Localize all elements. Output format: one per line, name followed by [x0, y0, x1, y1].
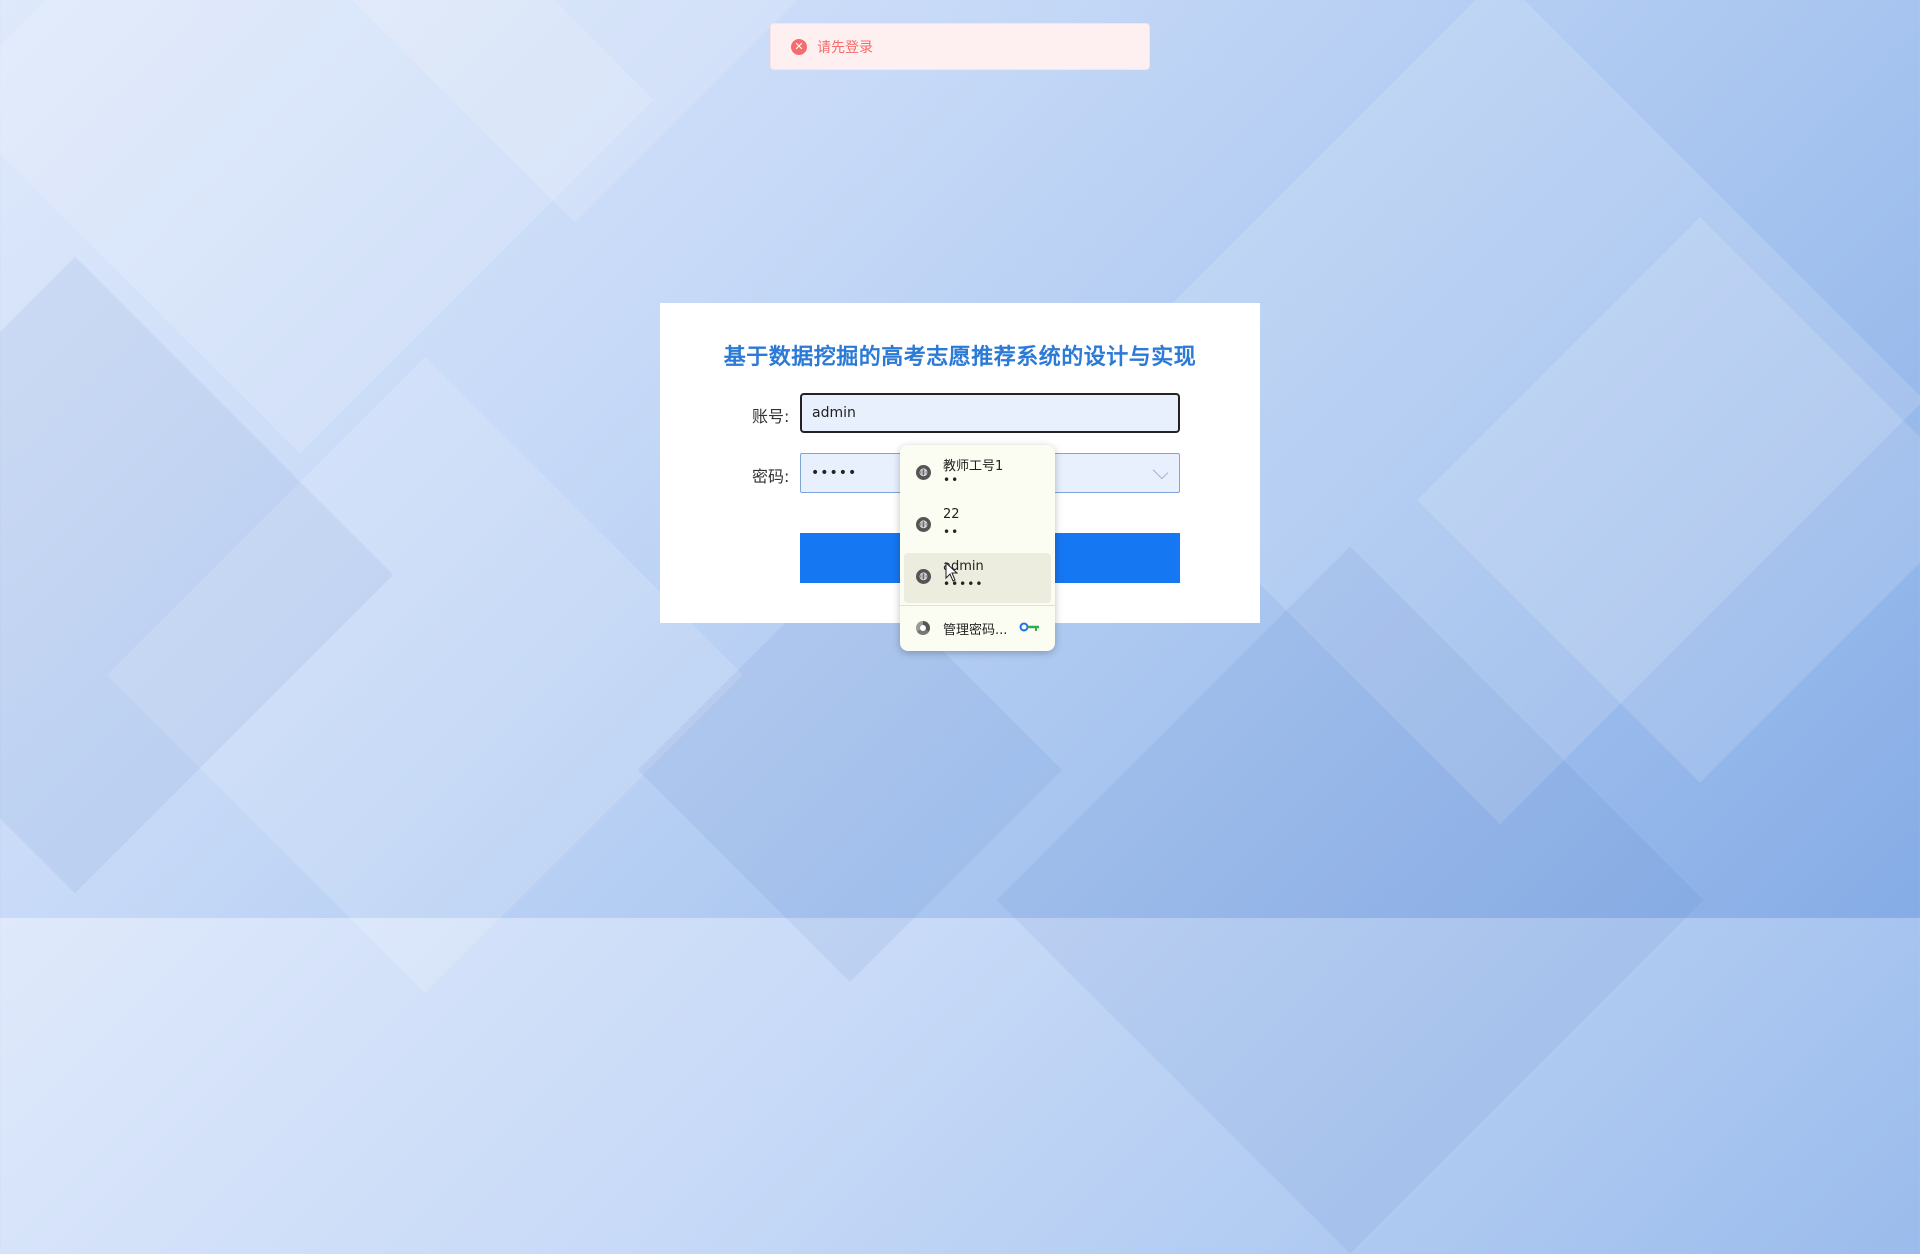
autofill-item[interactable]: ◍ 22 ••: [904, 501, 1051, 551]
account-input[interactable]: admin: [800, 393, 1180, 433]
page-title: 基于数据挖掘的高考志愿推荐系统的设计与实现: [723, 345, 1197, 370]
autofill-item[interactable]: ◍ 教师工号1 ••: [904, 449, 1051, 499]
autofill-password: ••: [943, 525, 960, 539]
mouse-cursor-icon: [945, 562, 959, 582]
error-toast: ✕ 请先登录: [770, 23, 1150, 70]
password-label: 密码:: [752, 467, 790, 486]
autofill-username: 教师工号1: [943, 459, 1004, 474]
error-circle-icon: ✕: [791, 38, 807, 55]
autofill-password: ••: [943, 473, 960, 487]
account-label: 账号:: [752, 407, 790, 426]
manage-passwords-label: 管理密码...: [943, 623, 1008, 638]
divider: [900, 605, 1055, 606]
password-autofill-popup: ◍ 教师工号1 •• ◍ 22 •• ◍ admin ••••• 管理密码...: [900, 445, 1055, 651]
chrome-icon: [916, 621, 930, 635]
dropdown-chevron-icon[interactable]: [1152, 463, 1169, 480]
autofill-username: 22: [943, 507, 960, 522]
key-icon: [1019, 622, 1039, 632]
autofill-item[interactable]: ◍ admin •••••: [904, 553, 1051, 603]
manage-passwords-item[interactable]: 管理密码...: [904, 610, 1051, 646]
password-value: •••••: [811, 465, 858, 481]
globe-icon: ◍: [916, 517, 931, 532]
toast-message: 请先登录: [817, 39, 873, 56]
globe-icon: ◍: [916, 569, 931, 584]
globe-icon: ◍: [916, 465, 931, 480]
